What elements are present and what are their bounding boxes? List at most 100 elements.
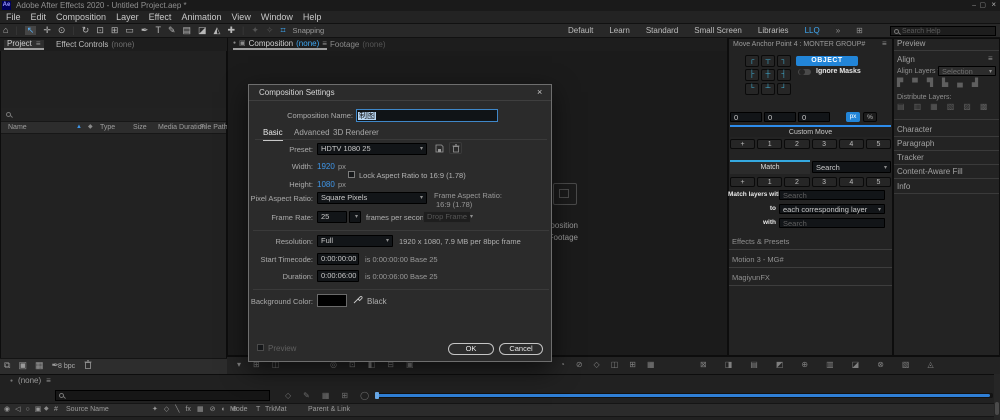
preset-dropdown[interactable]: HDTV 1080 25	[317, 143, 427, 155]
close-window-icon[interactable]: ×	[991, 1, 996, 9]
percent-unit-button[interactable]: %	[863, 112, 877, 122]
with-input[interactable]: Search	[779, 218, 885, 228]
align-right-icon[interactable]: ▜	[927, 79, 933, 87]
draft3d-icon[interactable]: ✎	[303, 392, 310, 400]
anchor-top-button[interactable]: ┬	[761, 55, 775, 67]
motion-blur-icon[interactable]: ◯	[360, 392, 369, 400]
match-1-button[interactable]: 1	[757, 177, 782, 187]
distribute-left-icon[interactable]: ▧	[947, 103, 955, 111]
panel-extra4-icon[interactable]: ▧	[902, 361, 910, 369]
panel-extra5-icon[interactable]: ◬	[927, 361, 933, 369]
col-source-name[interactable]: Source Name	[66, 406, 109, 413]
stamp-tool-icon[interactable]: ▤	[183, 26, 192, 35]
dialog-close-icon[interactable]: ×	[537, 88, 542, 97]
menu-help[interactable]: Help	[303, 13, 322, 22]
magnification-icon[interactable]: ⊞	[253, 361, 260, 369]
object-button[interactable]: OBJECT	[796, 56, 858, 66]
search-mode-dropdown[interactable]: Search	[812, 161, 891, 173]
panel-extra3-icon[interactable]: ⊗	[877, 361, 884, 369]
shape-tool-icon[interactable]: ▭	[125, 26, 134, 35]
tracker-panel-header[interactable]: Tracker	[897, 154, 924, 162]
anchor-center-button[interactable]: ┼	[761, 69, 775, 81]
panel-menu-icon[interactable]: ≡	[36, 40, 41, 48]
new-comp-icon[interactable]	[553, 183, 577, 205]
menu-edit[interactable]: Edit	[31, 13, 47, 22]
paragraph-panel-header[interactable]: Paragraph	[897, 140, 934, 148]
menu-window[interactable]: Window	[261, 13, 293, 22]
search-help-box[interactable]: Search Help	[890, 26, 996, 36]
project-search[interactable]	[6, 112, 11, 117]
interpret-footage-icon[interactable]: ⧉	[4, 361, 10, 370]
panel-extra2-icon[interactable]: ◪	[852, 361, 860, 369]
solo-icon[interactable]: ○	[26, 406, 30, 413]
tab-composition[interactable]: ● ▣ Composition (none) ≡	[233, 40, 327, 50]
exposure-icon[interactable]: ⊕	[801, 361, 808, 369]
align-top-icon[interactable]: ▙	[942, 79, 948, 87]
magiyunfx-panel-header[interactable]: MagiyunFX	[729, 272, 892, 286]
menu-layer[interactable]: Layer	[116, 13, 139, 22]
character-panel-header[interactable]: Character	[897, 126, 932, 134]
motion3-panel-header[interactable]: Motion 3 - MG#	[729, 254, 892, 268]
anchor-top-left-button[interactable]: ┌	[745, 55, 759, 67]
frame-rate-input[interactable]: 25	[317, 211, 347, 223]
workspace-grid-icon[interactable]: ⊞	[856, 27, 863, 35]
collapse-switch-icon[interactable]: ◇	[164, 406, 169, 413]
preview-panel-header[interactable]: Preview	[897, 40, 925, 48]
adjustment-switch-icon[interactable]: ◐	[221, 406, 225, 413]
anchor-bottom-left-button[interactable]: └	[745, 83, 759, 95]
mask-visibility-icon[interactable]: ◎	[330, 361, 337, 369]
distribute-top-icon[interactable]: ▤	[897, 103, 905, 111]
time-navigator-handle[interactable]	[375, 392, 379, 399]
tab-footage[interactable]: Footage (none)	[330, 41, 385, 49]
minimize-icon[interactable]: –	[972, 2, 976, 9]
pixel-aspect-ratio-dropdown[interactable]: Square Pixels	[317, 192, 427, 204]
video-eye-icon[interactable]: ◉	[4, 406, 10, 413]
brush-tool-icon[interactable]: ✎	[168, 26, 176, 35]
camera-tool-icon[interactable]: ⊡	[96, 26, 104, 35]
panel-menu-icon[interactable]: ≡	[322, 40, 327, 48]
resolution-icon[interactable]: ◔	[560, 361, 565, 369]
frame-blend-icon[interactable]: ⊞	[341, 392, 348, 400]
frame-blend-switch-icon[interactable]: ▦	[197, 406, 204, 413]
workspace-standard[interactable]: Standard	[646, 27, 678, 35]
hand-tool-icon[interactable]: ✛	[43, 26, 51, 35]
col-trkmat[interactable]: TrkMat	[265, 406, 287, 413]
snapping-icon[interactable]: ⌗	[280, 26, 285, 35]
match-4-button[interactable]: 4	[839, 177, 864, 187]
content-aware-fill-panel-header[interactable]: Content-Aware Fill	[897, 168, 963, 176]
col-mode[interactable]: Mode	[230, 406, 248, 413]
custom-move-header[interactable]: Custom Move	[730, 125, 891, 137]
transparency-grid-icon[interactable]: ◇	[594, 361, 600, 369]
workspace-libraries[interactable]: Libraries	[758, 27, 789, 35]
custom-move-5-button[interactable]: 5	[866, 139, 891, 149]
view-layout-icon[interactable]: ⊞	[629, 361, 636, 369]
maximize-icon[interactable]: ▢	[979, 2, 986, 9]
tab-effect-controls[interactable]: Effect Controls (none)	[56, 41, 134, 49]
label-color-icon[interactable]: ◆	[44, 406, 49, 412]
align-left-icon[interactable]: ▛	[897, 79, 903, 87]
show-snapshot-icon[interactable]: ⊟	[387, 361, 394, 369]
workspace-learn[interactable]: Learn	[609, 27, 629, 35]
audio-icon[interactable]: ◁	[15, 406, 20, 413]
menu-view[interactable]: View	[231, 13, 250, 22]
resolution-dropdown[interactable]: Full	[317, 235, 393, 247]
anchor-left-button[interactable]: ├	[745, 69, 759, 81]
orbit-tool-icon[interactable]: ↻	[82, 26, 90, 35]
menu-composition[interactable]: Composition	[56, 13, 106, 22]
timeline-search-box[interactable]	[55, 390, 270, 401]
camera-view-icon[interactable]: ◫	[611, 361, 619, 369]
timeline-scrollbar[interactable]	[994, 374, 1000, 420]
sort-arrow-icon[interactable]: ▲	[76, 124, 82, 130]
tab-project[interactable]: Project ≡	[4, 40, 44, 50]
workspace-small-screen[interactable]: Small Screen	[694, 27, 742, 35]
to-dropdown[interactable]: each corresponding layer	[779, 204, 885, 214]
workspace-default[interactable]: Default	[568, 27, 593, 35]
px-unit-button[interactable]: px	[846, 112, 860, 122]
duration-input[interactable]: 0:00:06:00	[317, 270, 359, 282]
align-selection-dropdown[interactable]: Selection	[938, 66, 996, 76]
home-tool-icon[interactable]: ⌂	[3, 26, 8, 35]
pan-behind-tool-icon[interactable]: ⊞	[111, 26, 119, 35]
reset-exposure-icon[interactable]: ◩	[776, 361, 784, 369]
pixel-aspect-icon[interactable]: ▦	[647, 361, 655, 369]
height-value[interactable]: 1080	[317, 181, 335, 189]
